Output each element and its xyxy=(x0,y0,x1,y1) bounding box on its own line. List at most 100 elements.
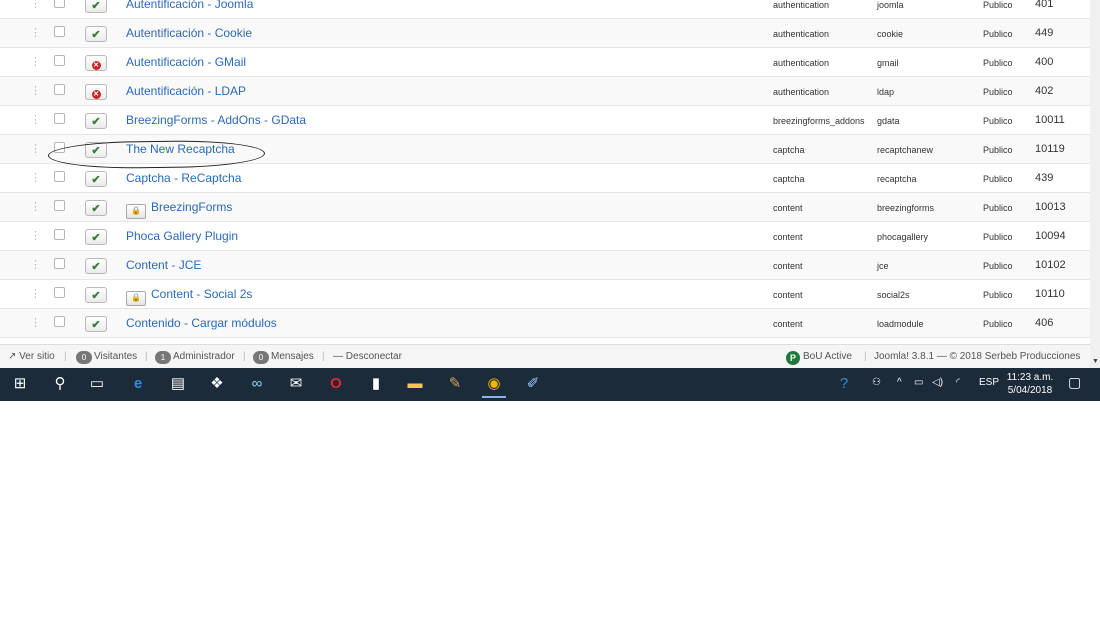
enabled-toggle[interactable]: ✔ xyxy=(85,0,107,13)
row-checkbox[interactable] xyxy=(54,113,65,124)
plugin-access: Publico xyxy=(983,116,1013,126)
enabled-toggle[interactable]: ✔ xyxy=(85,229,107,245)
enabled-toggle[interactable]: ✔ xyxy=(85,26,107,42)
row-checkbox[interactable] xyxy=(54,316,65,327)
row-checkbox[interactable] xyxy=(54,287,65,298)
infinity-icon[interactable]: ∞ xyxy=(245,372,269,396)
table-row: ⋮ ✕ Autentificación - GMail authentication g… xyxy=(0,48,1100,77)
app-icon[interactable]: ✎ xyxy=(443,372,467,396)
enabled-toggle[interactable]: ✔ xyxy=(85,200,107,216)
plugin-name-link[interactable]: 🔒 BreezingForms xyxy=(126,193,232,221)
minus-icon: — xyxy=(333,351,343,362)
plugin-name: Autentificación - Cookie xyxy=(126,26,253,40)
enabled-toggle[interactable]: ✔ xyxy=(85,171,107,187)
paint-icon[interactable]: ✐ xyxy=(521,372,545,396)
plugin-name-link[interactable]: Contenido - Cargar módulos xyxy=(126,309,277,337)
plugin-folder: authentication xyxy=(773,0,830,10)
check-icon: ✔ xyxy=(91,261,101,273)
drag-handle-icon[interactable]: ⋮ xyxy=(30,0,41,18)
task-view-icon[interactable]: ▭ xyxy=(85,372,109,396)
row-checkbox[interactable] xyxy=(54,0,65,8)
plugin-name-link[interactable]: Autentificación - Joomla xyxy=(126,0,253,18)
drag-handle-icon[interactable]: ⋮ xyxy=(30,164,41,192)
scroll-down-icon[interactable]: ▼ xyxy=(1092,358,1099,365)
check-icon: ✔ xyxy=(91,203,101,215)
volume-icon[interactable]: ◁) xyxy=(932,377,943,388)
windows-start-icon[interactable]: ⊞ xyxy=(8,372,32,396)
plugin-element: jce xyxy=(877,261,889,271)
chevron-up-icon[interactable]: ^ xyxy=(897,377,902,388)
plugin-name-link[interactable]: Autentificación - Cookie xyxy=(126,19,252,47)
plugin-folder: content xyxy=(773,203,803,213)
store-icon[interactable]: ▤ xyxy=(166,372,190,396)
plugin-id: 400 xyxy=(1035,56,1054,68)
row-checkbox[interactable] xyxy=(54,171,65,182)
plugin-id: 10119 xyxy=(1035,143,1065,155)
drag-handle-icon[interactable]: ⋮ xyxy=(30,106,41,134)
search-icon[interactable]: ⚲ xyxy=(48,372,72,396)
row-checkbox[interactable] xyxy=(54,200,65,211)
visitors-link[interactable]: 0 Visitantes xyxy=(76,351,137,364)
view-site-link[interactable]: ↗ Ver sitio xyxy=(8,351,55,362)
drag-handle-icon[interactable]: ⋮ xyxy=(30,48,41,76)
plugin-access: Publico xyxy=(983,203,1013,213)
enabled-toggle[interactable]: ✔ xyxy=(85,113,107,129)
dropbox-icon[interactable]: ❖ xyxy=(205,372,229,396)
plugin-name-link[interactable]: Content - JCE xyxy=(126,251,201,279)
system-clock[interactable]: 11:23 a.m. 5/04/2018 xyxy=(1005,371,1055,397)
admin-link[interactable]: 1 Administrador xyxy=(155,351,235,364)
plugin-name-link[interactable]: Autentificación - GMail xyxy=(126,48,246,76)
plugin-access: Publico xyxy=(983,290,1013,300)
plugin-name-link[interactable]: BreezingForms - AddOns - GData xyxy=(126,106,306,134)
file-explorer-icon[interactable]: ▬ xyxy=(403,372,427,396)
plugin-access: Publico xyxy=(983,87,1013,97)
plugin-id: 10094 xyxy=(1035,230,1066,242)
battery-icon[interactable]: ▭ xyxy=(914,377,923,388)
plugin-access: Publico xyxy=(983,261,1013,271)
help-icon[interactable]: ? xyxy=(832,372,856,396)
drag-handle-icon[interactable]: ⋮ xyxy=(30,135,41,163)
plugin-name-link[interactable]: Autentificación - LDAP xyxy=(126,77,246,105)
chrome-icon[interactable]: ◉ xyxy=(482,372,506,398)
enabled-toggle[interactable]: ✔ xyxy=(85,258,107,274)
check-icon: ✔ xyxy=(91,290,101,302)
row-checkbox[interactable] xyxy=(54,258,65,269)
mail-icon[interactable]: ✉ xyxy=(284,372,308,396)
plugin-name-link[interactable]: Phoca Gallery Plugin xyxy=(126,222,238,250)
drag-handle-icon[interactable]: ⋮ xyxy=(30,251,41,279)
plugin-name-link[interactable]: Captcha - ReCaptcha xyxy=(126,164,241,192)
drag-handle-icon[interactable]: ⋮ xyxy=(30,280,41,308)
divider: | xyxy=(864,351,867,362)
scrollbar[interactable] xyxy=(1090,0,1100,370)
plugin-element: recaptcha xyxy=(877,174,917,184)
row-checkbox[interactable] xyxy=(54,26,65,37)
logout-link[interactable]: — Desconectar xyxy=(333,351,402,362)
bou-active-badge[interactable]: P BoU Active xyxy=(786,351,852,365)
wifi-icon[interactable]: ◜ xyxy=(956,377,960,388)
plugin-id: 401 xyxy=(1035,0,1054,10)
drag-handle-icon[interactable]: ⋮ xyxy=(30,77,41,105)
plugin-name-link[interactable]: 🔒 Content - Social 2s xyxy=(126,280,252,308)
drag-handle-icon[interactable]: ⋮ xyxy=(30,222,41,250)
opera-icon[interactable]: O xyxy=(324,372,348,396)
keyboard-language[interactable]: ESP xyxy=(979,377,999,388)
notifications-icon[interactable]: ▢ xyxy=(1068,374,1081,391)
row-checkbox[interactable] xyxy=(54,55,65,66)
edge-icon[interactable]: e xyxy=(126,372,150,396)
row-checkbox[interactable] xyxy=(54,229,65,240)
drag-handle-icon[interactable]: ⋮ xyxy=(30,193,41,221)
drag-handle-icon[interactable]: ⋮ xyxy=(30,309,41,337)
drag-handle-icon[interactable]: ⋮ xyxy=(30,19,41,47)
people-icon[interactable]: ⚇ xyxy=(872,377,881,388)
enabled-toggle[interactable]: ✔ xyxy=(85,287,107,303)
divider: | xyxy=(64,351,67,362)
enabled-toggle[interactable]: ✔ xyxy=(85,316,107,332)
file-icon[interactable]: ▮ xyxy=(364,372,388,396)
visitors-count-badge: 0 xyxy=(76,351,92,364)
plugin-id: 449 xyxy=(1035,27,1054,39)
row-checkbox[interactable] xyxy=(54,84,65,95)
disabled-toggle[interactable]: ✕ xyxy=(85,55,107,71)
disabled-toggle[interactable]: ✕ xyxy=(85,84,107,100)
messages-link[interactable]: 0 Mensajes xyxy=(253,351,314,364)
screen: ⋮ ✔ Autentificación - Joomla authentication… xyxy=(0,0,1100,401)
